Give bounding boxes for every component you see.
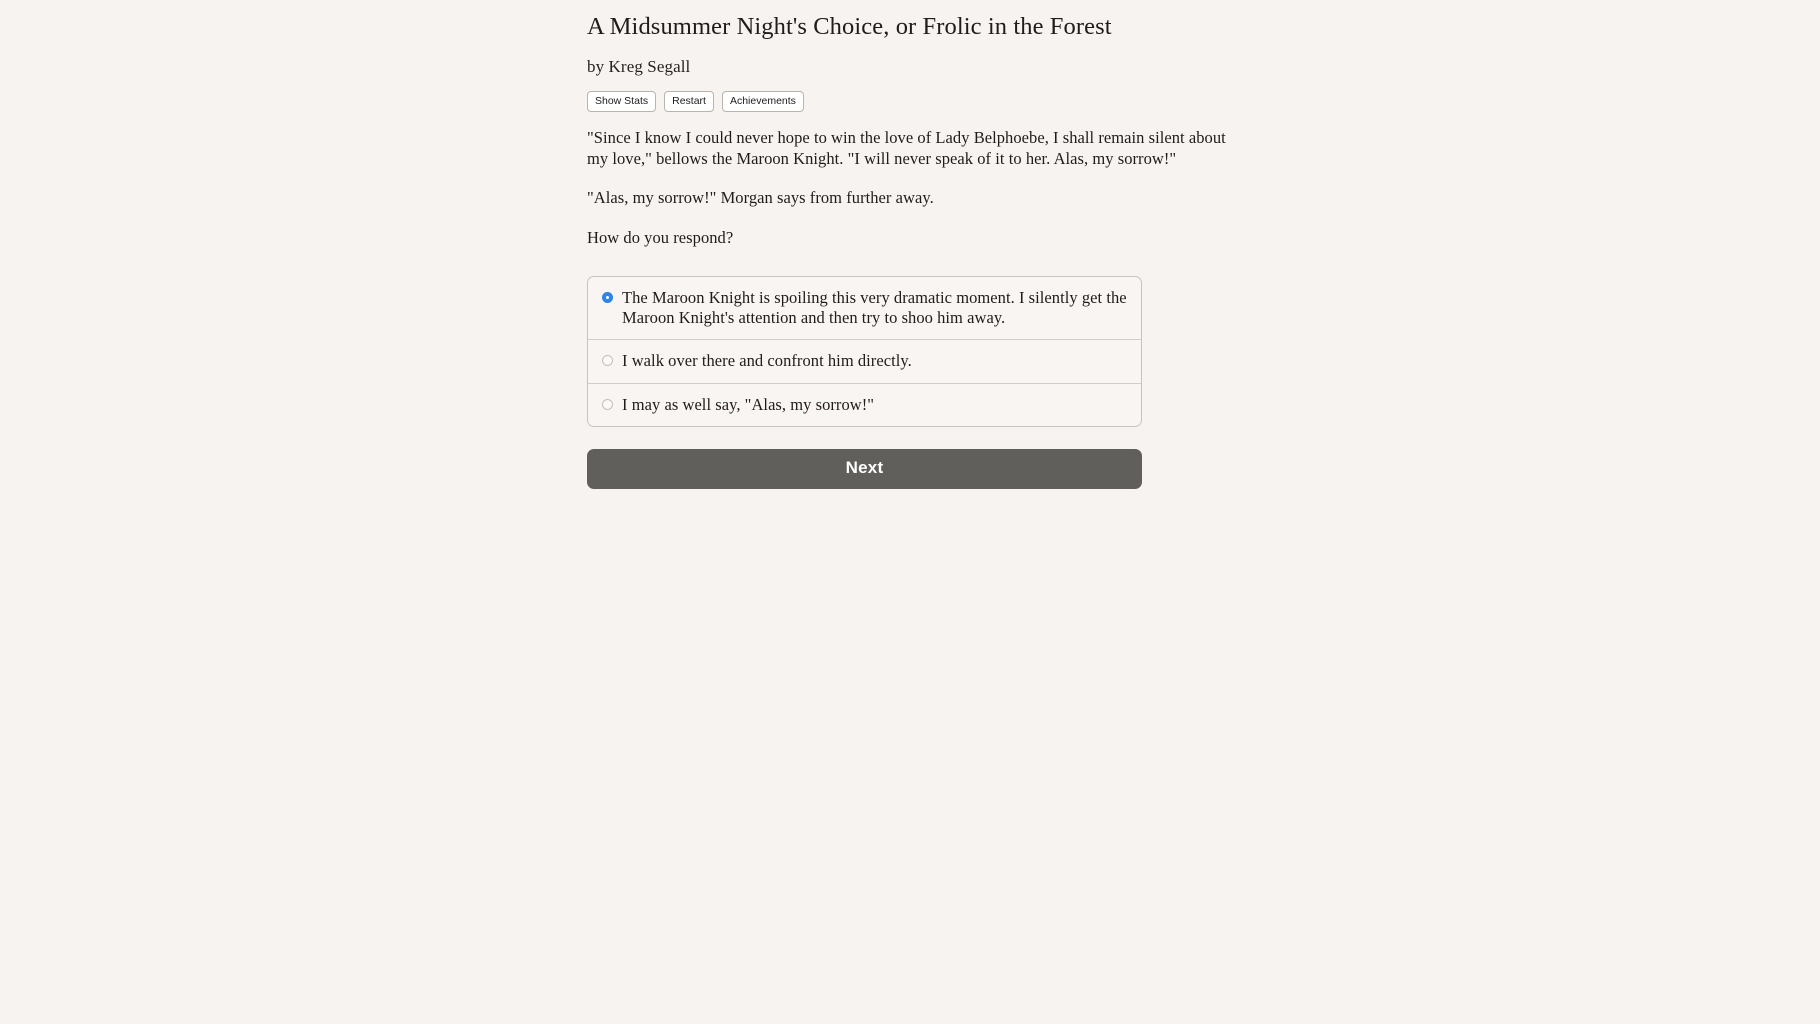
show-stats-button[interactable]: Show Stats [587, 90, 657, 113]
next-button[interactable]: Next [587, 449, 1142, 490]
choice-option[interactable]: I walk over there and confront him direc… [588, 340, 1141, 384]
choice-option-label: I may as well say, "Alas, my sorrow!" [622, 394, 875, 414]
choice-option-label: I walk over there and confront him direc… [622, 351, 912, 371]
radio-icon[interactable] [602, 398, 613, 410]
choice-option[interactable]: The Maroon Knight is spoiling this very … [588, 277, 1141, 341]
choice-option[interactable]: I may as well say, "Alas, my sorrow!" [588, 384, 1141, 427]
choice-option-label: The Maroon Knight is spoiling this very … [622, 288, 1127, 327]
restart-button[interactable]: Restart [664, 90, 714, 113]
toolbar: Show Stats Restart Achievements [587, 77, 1232, 113]
author-byline: by Kreg Segall [587, 56, 691, 76]
radio-icon[interactable] [602, 355, 613, 367]
achievements-button[interactable]: Achievements [721, 90, 804, 113]
story-text: "Since I know I could never hope to win … [587, 112, 1232, 248]
game-page: A Midsummer Night's Choice, or Frolic in… [0, 0, 1820, 1024]
story-paragraph: "Since I know I could never hope to win … [587, 128, 1226, 168]
page-title: A Midsummer Night's Choice, or Frolic in… [587, 13, 1112, 40]
content-column: A Midsummer Night's Choice, or Frolic in… [587, 0, 1232, 490]
choice-list: The Maroon Knight is spoiling this very … [587, 276, 1142, 428]
radio-icon[interactable] [602, 292, 613, 304]
story-paragraph: "Alas, my sorrow!" Morgan says from furt… [587, 188, 934, 208]
choice-prompt: How do you respond? [587, 227, 734, 247]
